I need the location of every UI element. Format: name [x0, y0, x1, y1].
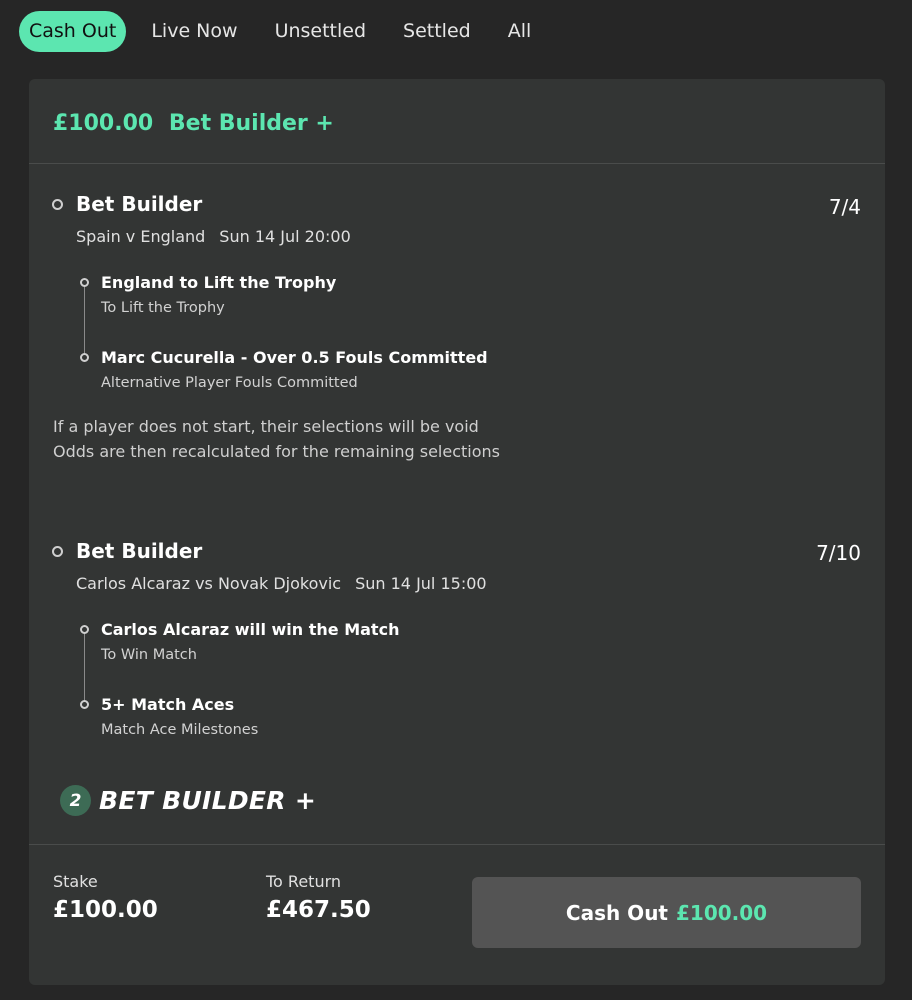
to-return-label: To Return: [266, 872, 342, 891]
leg-odds: 7/10: [816, 541, 861, 565]
cash-out-label: Cash Out: [565, 900, 668, 925]
to-return-value: £467.50: [266, 897, 371, 923]
bet-card-header: £100.00 Bet Builder +: [29, 79, 885, 164]
leg-title: Bet Builder: [76, 539, 203, 563]
selection-name: 5+ Match Aces: [101, 695, 235, 714]
leg-event: Spain v England Sun 14 Jul 20:00: [76, 227, 351, 246]
selection-market: Match Ace Milestones: [101, 722, 259, 738]
leg-odds: 7/4: [828, 195, 861, 219]
leg-event-time: Sun 14 Jul 15:00: [355, 574, 487, 593]
leg-bullet-icon: [52, 546, 63, 557]
tab-all[interactable]: All: [498, 11, 542, 52]
bet-card: £100.00 Bet Builder + Bet Builder 7/4 Sp…: [29, 79, 885, 985]
selection-bullet-icon: [80, 353, 89, 362]
cash-out-amount: £100.00: [676, 900, 768, 925]
tab-cash-out[interactable]: Cash Out: [19, 11, 127, 52]
selection-connector: [84, 630, 85, 705]
bet-builder-logo-text: BET BUILDER +: [99, 786, 317, 815]
selection-bullet-icon: [80, 278, 89, 287]
leg-event-name: Spain v England: [76, 227, 206, 246]
leg-bullet-icon: [52, 199, 63, 210]
selection-bullet-icon: [80, 625, 89, 634]
void-notice: If a player does not start, their select…: [53, 414, 500, 464]
selection-market: Alternative Player Fouls Committed: [101, 375, 358, 391]
bet-header-amount: £100.00: [53, 111, 154, 136]
bet-filter-tabs: Cash Out Live Now Unsettled Settled All: [19, 11, 558, 52]
bet-header-type: Bet Builder +: [168, 111, 334, 136]
selection-name: Marc Cucurella - Over 0.5 Fouls Committe…: [101, 348, 488, 367]
leg-event-time: Sun 14 Jul 20:00: [219, 227, 351, 246]
selection-name: England to Lift the Trophy: [101, 273, 337, 292]
void-notice-line-1: If a player does not start, their select…: [53, 417, 479, 436]
selection-bullet-icon: [80, 700, 89, 709]
stake-label: Stake: [53, 872, 98, 891]
bet-builder-count: 2: [60, 785, 91, 816]
tab-live-now[interactable]: Live Now: [141, 11, 247, 52]
bet-title: £100.00 Bet Builder +: [53, 111, 334, 136]
stake-value: £100.00: [53, 897, 158, 923]
leg-event: Carlos Alcaraz vs Novak Djokovic Sun 14 J…: [76, 574, 487, 593]
selection-name: Carlos Alcaraz will win the Match: [101, 620, 400, 639]
bet-card-footer: Stake £100.00 To Return £467.50 Cash Out…: [29, 844, 885, 985]
selection-market: To Win Match: [101, 647, 197, 663]
tab-settled[interactable]: Settled: [393, 11, 481, 52]
cash-out-button[interactable]: Cash Out £100.00: [472, 877, 861, 948]
leg-event-name: Carlos Alcaraz vs Novak Djokovic: [76, 574, 342, 593]
tab-unsettled[interactable]: Unsettled: [265, 11, 376, 52]
selection-market: To Lift the Trophy: [101, 300, 225, 316]
selection-connector: [84, 283, 85, 358]
bet-builder-plus-badge: 2 BET BUILDER +: [60, 785, 316, 816]
void-notice-line-2: Odds are then recalculated for the remai…: [53, 442, 500, 461]
leg-title: Bet Builder: [76, 192, 203, 216]
